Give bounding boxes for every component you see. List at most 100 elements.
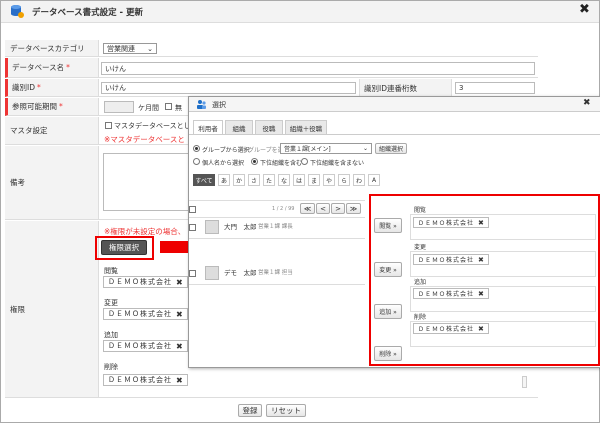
- unlimited-checkbox[interactable]: [165, 103, 172, 110]
- from-person-radio[interactable]: [193, 158, 200, 165]
- kana-ma[interactable]: ま: [308, 174, 320, 186]
- person-dept: 営業１課 担当: [258, 270, 293, 276]
- tab-organization[interactable]: 組織: [225, 120, 253, 134]
- delete-label: 削除: [104, 363, 118, 371]
- from-group-radio[interactable]: [193, 145, 200, 152]
- category-select[interactable]: 営業関連 ⌄: [103, 43, 157, 54]
- master-warning: ※マスタデータベースと: [104, 135, 185, 144]
- avatar: [205, 220, 219, 234]
- row-divider: [189, 284, 365, 285]
- remarks-textarea[interactable]: [103, 153, 189, 211]
- tab-user[interactable]: 利用者: [193, 120, 223, 134]
- person-dept: 営業１課 課長: [258, 224, 293, 230]
- exclude-sub-radio[interactable]: [301, 158, 308, 165]
- register-button[interactable]: 登録: [238, 404, 262, 417]
- add-view-button[interactable]: 閲覧 »: [374, 218, 402, 233]
- users-icon: [197, 100, 206, 109]
- category-label: データベースカテゴリ: [5, 40, 99, 57]
- kana-wa[interactable]: わ: [353, 174, 365, 186]
- selected-delete-chip: ＤＥＭＯ株式会社 ✖: [413, 323, 489, 334]
- pager-first-button[interactable]: ≪: [300, 203, 315, 214]
- dialog-close-icon[interactable]: ✖: [583, 98, 591, 108]
- edit-label: 変更: [104, 299, 118, 307]
- kana-sa[interactable]: さ: [248, 174, 260, 186]
- delete-chip: ＤＥＭＯ株式会社 ✖: [103, 374, 188, 386]
- selected-edit-chip: ＤＥＭＯ株式会社 ✖: [413, 254, 489, 265]
- add-delete-button[interactable]: 削除 »: [374, 346, 402, 361]
- kana-ta[interactable]: た: [263, 174, 275, 186]
- dialog-title: 選択: [212, 101, 226, 109]
- master-label: マスタ設定: [5, 117, 99, 145]
- group-value: 営業１課[メイン]: [284, 146, 331, 153]
- kana-all[interactable]: すべて: [193, 174, 215, 186]
- remove-icon[interactable]: ✖: [478, 290, 484, 298]
- permission-select-button[interactable]: 権限選択: [101, 240, 147, 255]
- db-name-label: データベース名 *: [5, 58, 99, 78]
- add-chip: ＤＥＭＯ株式会社 ✖: [103, 340, 188, 352]
- id-digits-input[interactable]: 3: [455, 82, 535, 94]
- chip-text: ＤＥＭＯ株式会社: [418, 257, 475, 264]
- permission-label: 権限: [5, 221, 99, 398]
- add-edit-button[interactable]: 変更 »: [374, 262, 402, 277]
- remove-icon[interactable]: ✖: [176, 278, 183, 287]
- kana-ya[interactable]: や: [323, 174, 335, 186]
- exclude-sub-label: 下位組織を含まない: [310, 160, 365, 167]
- dialog-title-bar: [189, 97, 600, 112]
- chip-text: ＤＥＭＯ株式会社: [418, 220, 475, 227]
- selected-delete-label: 削除: [414, 314, 427, 321]
- required-mark: *: [66, 63, 70, 72]
- close-icon[interactable]: ✖: [579, 3, 590, 17]
- person-name[interactable]: 大門 太郎: [224, 221, 257, 231]
- person-checkbox[interactable]: [189, 270, 196, 277]
- chip-text: ＤＥＭＯ株式会社: [418, 291, 475, 298]
- chip-text: ＤＥＭＯ株式会社: [418, 326, 475, 333]
- id-input[interactable]: いけん: [101, 82, 356, 94]
- selected-view-label: 閲覧: [414, 207, 427, 214]
- add-label: 追加: [104, 331, 118, 339]
- master-checkbox[interactable]: [105, 122, 112, 129]
- kana-alpha[interactable]: A: [368, 174, 380, 186]
- resize-handle[interactable]: [522, 376, 527, 388]
- chevron-down-icon: ⌄: [147, 44, 153, 53]
- add-add-button[interactable]: 追加 »: [374, 304, 402, 319]
- chip-text: ＤＥＭＯ株式会社: [108, 278, 172, 286]
- remove-icon[interactable]: ✖: [478, 325, 484, 333]
- ref-period-input[interactable]: [104, 101, 134, 113]
- select-all-checkbox[interactable]: [189, 206, 196, 213]
- kana-ha[interactable]: は: [293, 174, 305, 186]
- selected-add-chip: ＤＥＭＯ株式会社 ✖: [413, 288, 489, 299]
- person-name[interactable]: デモ 太郎: [224, 267, 257, 277]
- required-mark: *: [59, 102, 63, 111]
- selected-edit-label: 変更: [414, 244, 427, 251]
- remove-icon[interactable]: ✖: [478, 219, 484, 227]
- kana-ka[interactable]: か: [233, 174, 245, 186]
- pager-prev-button[interactable]: <: [316, 203, 330, 214]
- pager-last-button[interactable]: ≫: [346, 203, 361, 214]
- reset-button[interactable]: リセット: [266, 404, 306, 417]
- db-name-input[interactable]: いけん: [101, 62, 535, 75]
- remove-icon[interactable]: ✖: [176, 342, 183, 351]
- person-checkbox[interactable]: [189, 224, 196, 231]
- pager-next-button[interactable]: >: [331, 203, 345, 214]
- include-sub-radio[interactable]: [251, 158, 258, 165]
- from-person-label: 個人名から選択: [202, 160, 245, 167]
- edit-chip: ＤＥＭＯ株式会社 ✖: [103, 308, 188, 320]
- tab-org-position[interactable]: 組織＋役職: [285, 120, 327, 134]
- view-label: 閲覧: [104, 267, 118, 275]
- group-select[interactable]: 営業１課[メイン] ⌄: [280, 143, 372, 154]
- remove-icon[interactable]: ✖: [176, 310, 183, 319]
- ref-period-label: 参照可能期間 *: [5, 98, 99, 116]
- id-digits-label: 識別ID連番桁数: [359, 79, 452, 97]
- tab-position[interactable]: 役職: [255, 120, 283, 134]
- org-select-button[interactable]: 組織選択: [375, 143, 407, 154]
- remove-icon[interactable]: ✖: [176, 376, 183, 385]
- kana-na[interactable]: な: [278, 174, 290, 186]
- kana-ra[interactable]: ら: [338, 174, 350, 186]
- database-icon: [11, 5, 24, 18]
- kana-a[interactable]: あ: [218, 174, 230, 186]
- view-chip: ＤＥＭＯ株式会社 ✖: [103, 276, 188, 288]
- chip-text: ＤＥＭＯ株式会社: [108, 310, 172, 318]
- category-value: 営業関連: [107, 44, 135, 53]
- remarks-label: 備考: [5, 146, 99, 220]
- remove-icon[interactable]: ✖: [478, 256, 484, 264]
